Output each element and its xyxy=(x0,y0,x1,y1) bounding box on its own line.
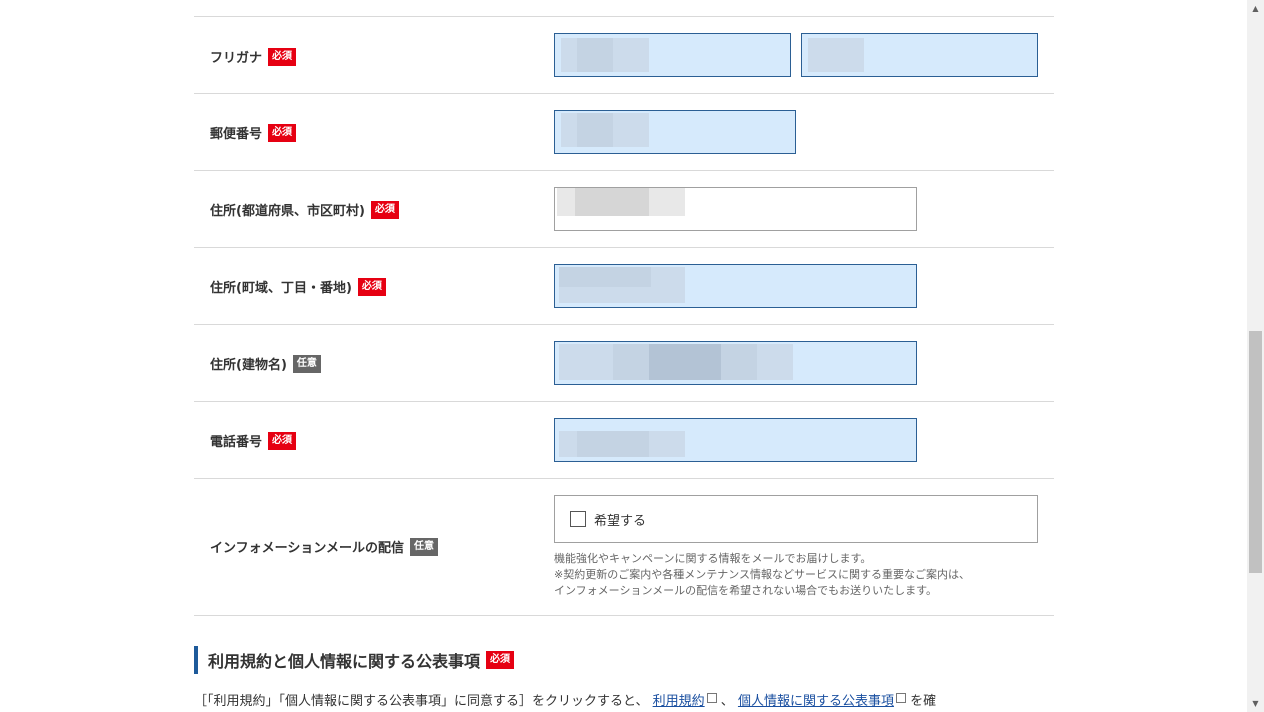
info-mail-label-group: インフォメーションメールの配信 任意 xyxy=(210,537,438,556)
terms-text-prefix: ［「利用規約」「個人情報に関する公表事項」に同意する］をクリックすると、 xyxy=(194,694,649,709)
redacted-value xyxy=(577,113,613,147)
required-badge: 必須 xyxy=(268,123,297,142)
furigana-last-name-input[interactable] xyxy=(554,33,791,77)
optional-badge: 任意 xyxy=(409,537,438,556)
redacted-value xyxy=(808,38,864,72)
page: フリガナ 必須 郵便番号 必須 住所(都道府県、市区町村) 必須 住所(町域、丁… xyxy=(0,0,1264,712)
phone-input[interactable] xyxy=(554,418,917,462)
required-badge: 必須 xyxy=(268,431,297,450)
form-row-address-pref-city: 住所(都道府県、市区町村) 必須 xyxy=(194,171,1054,248)
redacted-value xyxy=(559,267,651,287)
address-building-input[interactable] xyxy=(554,341,917,385)
address-town-label-group: 住所(町域、丁目・番地) 必須 xyxy=(210,277,386,296)
terms-heading-text: 利用規約と個人情報に関する公表事項 xyxy=(208,652,481,671)
address-building-label-group: 住所(建物名) 任意 xyxy=(210,354,321,373)
info-mail-note-line: 機能強化やキャンペーンに関する情報をメールでお届けします。 xyxy=(554,552,872,565)
furigana-label-group: フリガナ 必須 xyxy=(210,47,297,66)
privacy-disclosure-link-text[interactable]: 個人情報に関する公表事項 xyxy=(738,694,894,709)
external-link-icon xyxy=(895,693,906,703)
terms-of-use-link[interactable]: 利用規約 xyxy=(653,693,717,709)
terms-text-suffix: を確 xyxy=(910,694,937,709)
furigana-label: フリガナ xyxy=(210,51,263,66)
form-row-phone: 電話番号 必須 xyxy=(194,402,1054,479)
phone-label: 電話番号 xyxy=(210,435,263,450)
required-badge: 必須 xyxy=(486,651,515,669)
form-row-address-building: 住所(建物名) 任意 xyxy=(194,325,1054,402)
address-pref-city-label-group: 住所(都道府県、市区町村) 必須 xyxy=(210,200,399,219)
info-mail-note: 機能強化やキャンペーンに関する情報をメールでお届けします。 ※契約更新のご案内や… xyxy=(554,551,970,599)
scroll-up-arrow-icon[interactable]: ▲ xyxy=(1247,0,1264,17)
required-badge: 必須 xyxy=(268,47,297,66)
phone-label-group: 電話番号 必須 xyxy=(210,431,297,450)
redacted-value xyxy=(577,431,649,457)
form-row-furigana: フリガナ 必須 xyxy=(194,16,1054,94)
form-row-info-mail: インフォメーションメールの配信 任意 希望する 機能強化やキャンペーンに関する情… xyxy=(194,479,1054,616)
external-link-icon xyxy=(706,693,717,703)
furigana-first-name-input[interactable] xyxy=(801,33,1038,77)
address-town-input[interactable] xyxy=(554,264,917,308)
address-town-label: 住所(町域、丁目・番地) xyxy=(210,281,352,296)
scroll-down-arrow-icon[interactable]: ▼ xyxy=(1247,695,1264,712)
address-pref-city-label: 住所(都道府県、市区町村) xyxy=(210,204,365,219)
info-mail-checkbox-label: 希望する xyxy=(594,513,647,529)
required-badge: 必須 xyxy=(357,277,386,296)
info-mail-checkbox-field[interactable]: 希望する xyxy=(554,495,1038,543)
vertical-scrollbar[interactable]: ▲ ▼ xyxy=(1247,0,1264,712)
terms-description: ［「利用規約」「個人情報に関する公表事項」に同意する］をクリックすると、 利用規… xyxy=(194,690,936,709)
scrollbar-thumb[interactable] xyxy=(1249,331,1262,573)
postal-label-group: 郵便番号 必須 xyxy=(210,123,297,142)
info-mail-note-line: ※契約更新のご案内や各種メンテナンス情報などサービスに関する重要なご案内は、 xyxy=(554,568,970,581)
terms-of-use-link-text[interactable]: 利用規約 xyxy=(653,694,705,709)
postal-code-input[interactable] xyxy=(554,110,796,154)
terms-separator: 、 xyxy=(720,694,734,709)
form-row-address-town: 住所(町域、丁目・番地) 必須 xyxy=(194,248,1054,325)
info-mail-note-line: インフォメーションメールの配信を希望されない場合でもお送りいたします。 xyxy=(554,584,938,597)
info-mail-checkbox[interactable] xyxy=(570,511,586,527)
redacted-value xyxy=(575,188,649,216)
redacted-value xyxy=(649,344,721,380)
postal-code-label: 郵便番号 xyxy=(210,127,263,142)
form-row-postal-code: 郵便番号 必須 xyxy=(194,94,1054,171)
optional-badge: 任意 xyxy=(292,354,321,373)
redacted-value xyxy=(577,38,613,72)
privacy-disclosure-link[interactable]: 個人情報に関する公表事項 xyxy=(738,693,906,709)
info-mail-label: インフォメーションメールの配信 xyxy=(210,541,404,556)
required-badge: 必須 xyxy=(370,200,399,219)
terms-section-heading: 利用規約と個人情報に関する公表事項 必須 xyxy=(194,646,515,674)
address-pref-city-input[interactable] xyxy=(554,187,917,231)
address-building-label: 住所(建物名) xyxy=(210,358,287,373)
